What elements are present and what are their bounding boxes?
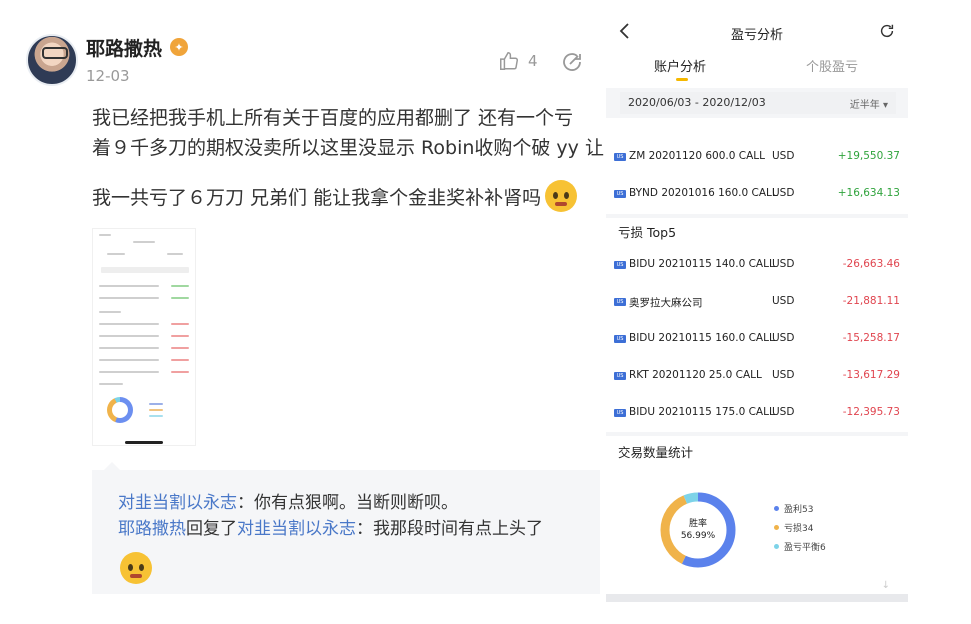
legend-item-loss: 亏损34 [774,521,813,534]
position-name: RKT 20201120 25.0 CALL [629,369,762,381]
date-range: 2020/06/03 - 2020/12/03 [628,96,766,109]
post-image-thumbnail[interactable] [92,228,196,446]
crying-emoji-icon [545,180,578,212]
gainer-row[interactable]: US BYND 20201016 160.0 CALL USD +16,634.… [614,187,900,205]
us-flag-icon: US [614,261,626,269]
comment-section: 对韭当割以永志：你有点狠啊。当断则断呗。 耶路撒热回复了对韭当割以永志：我那段时… [92,462,600,594]
currency: USD [772,150,795,162]
legend-item-breakeven: 盈亏平衡6 [774,540,826,553]
scroll-down-icon: ↓ [881,580,890,591]
currency: USD [772,187,795,199]
pnl-value: -26,663.46 [842,258,900,270]
position-name: BIDU 20210115 140.0 CALL [629,258,775,270]
comment-separator: ： [237,493,254,513]
us-flag-icon: US [614,372,626,380]
legend-dot [774,544,779,549]
legend-dot [774,506,779,511]
reply-target-link[interactable]: 对韭当割以永志 [237,519,356,539]
donut-center-label: 胜率 56.99% [658,518,738,542]
trade-stats-title: 交易数量统计 [618,445,694,460]
post-line-3: 我一共亏了６万刀 兄弟们 能让我拿个金韭奖补补肾吗 [92,186,542,209]
pnl-value: +19,550.37 [837,150,900,162]
loss-top5-card: 亏损 Top5 US BIDU 20210115 140.0 CALL USD … [606,218,908,432]
comment-text: 你有点狠啊。当断则断呗。 [254,493,458,513]
crying-emoji-icon [120,552,152,584]
legend-label: 盈利53 [784,505,814,515]
gainers-card: US ZM 20201120 600.0 CALL USD +19,550.37… [606,118,908,214]
trade-stats-card: 交易数量统计 [606,436,908,594]
pnl-value: -12,395.73 [842,406,900,418]
currency: USD [772,332,795,344]
loser-row[interactable]: US RKT 20201120 25.0 CALL USD -13,617.29 [614,369,900,387]
bottom-edge [606,594,908,602]
us-flag-icon: US [614,409,626,417]
post-date: 12-03 [86,67,130,85]
win-rate-donut: 胜率 56.99% [658,490,738,570]
legend-label: 亏损34 [784,524,814,534]
share-icon[interactable] [560,50,584,74]
comment-separator: ： [356,519,373,539]
pnl-value: -21,881.11 [842,295,900,307]
us-flag-icon: US [614,298,626,306]
comment-user-link[interactable]: 耶路撒热 [118,519,186,539]
reply-word: 回复了 [186,519,237,539]
thumbs-up-icon [500,52,518,70]
tab-account-analysis[interactable]: 账户分析 [654,56,706,75]
gainer-row[interactable]: US ZM 20201120 600.0 CALL USD +19,550.37 [614,150,900,168]
range-select-label: 近半年 [849,100,880,111]
pnl-value: -13,617.29 [842,369,900,381]
post-line-1: 我已经把我手机上所有关于百度的应用都删了 还有一个亏 [92,107,574,129]
position-name: BIDU 20210115 175.0 CALL [629,406,775,418]
legend-item-profit: 盈利53 [774,502,813,515]
like-button[interactable]: 4 [498,50,538,72]
app-screenshot: 盈亏分析 账户分析 个股盈亏 2020/06/03 - 2020/12/03 近… [606,8,908,602]
currency: USD [772,258,795,270]
us-flag-icon: US [614,190,626,198]
comment-1: 对韭当割以永志：你有点狠啊。当断则断呗。 [118,488,458,513]
legend-dot [774,525,779,530]
loss-top5-title: 亏损 Top5 [618,225,677,240]
app-header: 盈亏分析 账户分析 个股盈亏 [606,8,908,88]
pnl-value: -15,258.17 [842,332,900,344]
win-rate-value: 56.99% [680,531,716,541]
date-range-selector[interactable]: 2020/06/03 - 2020/12/03 近半年 ▾ [620,92,896,114]
post-body: 我已经把我手机上所有关于百度的应用都删了 还有一个亏 着９千多刀的期权没卖所以这… [92,103,604,163]
position-name: BYND 20201016 160.0 CALL [629,187,778,199]
currency: USD [772,369,795,381]
vip-badge-icon: ✦ [170,38,188,56]
loser-row[interactable]: US BIDU 20210115 160.0 CALL USD -15,258.… [614,332,900,350]
currency: USD [772,295,795,307]
refresh-icon[interactable] [878,22,896,40]
comment-text: 我那段时间有点上头了 [373,519,543,539]
tab-stock-pnl[interactable]: 个股盈亏 [806,56,858,75]
comment-2: 耶路撒热回复了对韭当割以永志：我那段时间有点上头了 [118,514,543,539]
us-flag-icon: US [614,335,626,343]
position-name: BIDU 20210115 160.0 CALL [629,332,775,344]
us-flag-icon: US [614,153,626,161]
author-name[interactable]: 耶路撒热 [86,34,162,61]
currency: USD [772,406,795,418]
comment-user-link[interactable]: 对韭当割以永志 [118,493,237,513]
range-dropdown[interactable]: 近半年 ▾ [850,96,888,111]
loser-row[interactable]: US 奥罗拉大麻公司 USD -21,881.11 [614,295,900,313]
tab-indicator [676,78,688,81]
user-avatar[interactable] [26,34,78,86]
like-count: 4 [528,52,538,70]
pnl-value: +16,634.13 [837,187,900,199]
post-line-3-wrap: 我一共亏了６万刀 兄弟们 能让我拿个金韭奖补补肾吗 [92,180,578,212]
position-name: ZM 20201120 600.0 CALL [629,150,765,162]
app-title: 盈亏分析 [730,28,783,43]
post-line-2: 着９千多刀的期权没卖所以这里没显示 Robin收购个破 yy 让 [92,137,604,159]
social-post: 耶路撒热 ✦ 12-03 4 我已经把我手机上所有关于百度的应用都删了 还有一个… [0,0,604,624]
position-name: 奥罗拉大麻公司 [629,297,703,309]
loser-row[interactable]: US BIDU 20210115 140.0 CALL USD -26,663.… [614,258,900,276]
loser-row[interactable]: US BIDU 20210115 175.0 CALL USD -12,395.… [614,406,900,424]
legend-label: 盈亏平衡6 [784,543,826,553]
win-rate-label: 胜率 [688,519,707,529]
